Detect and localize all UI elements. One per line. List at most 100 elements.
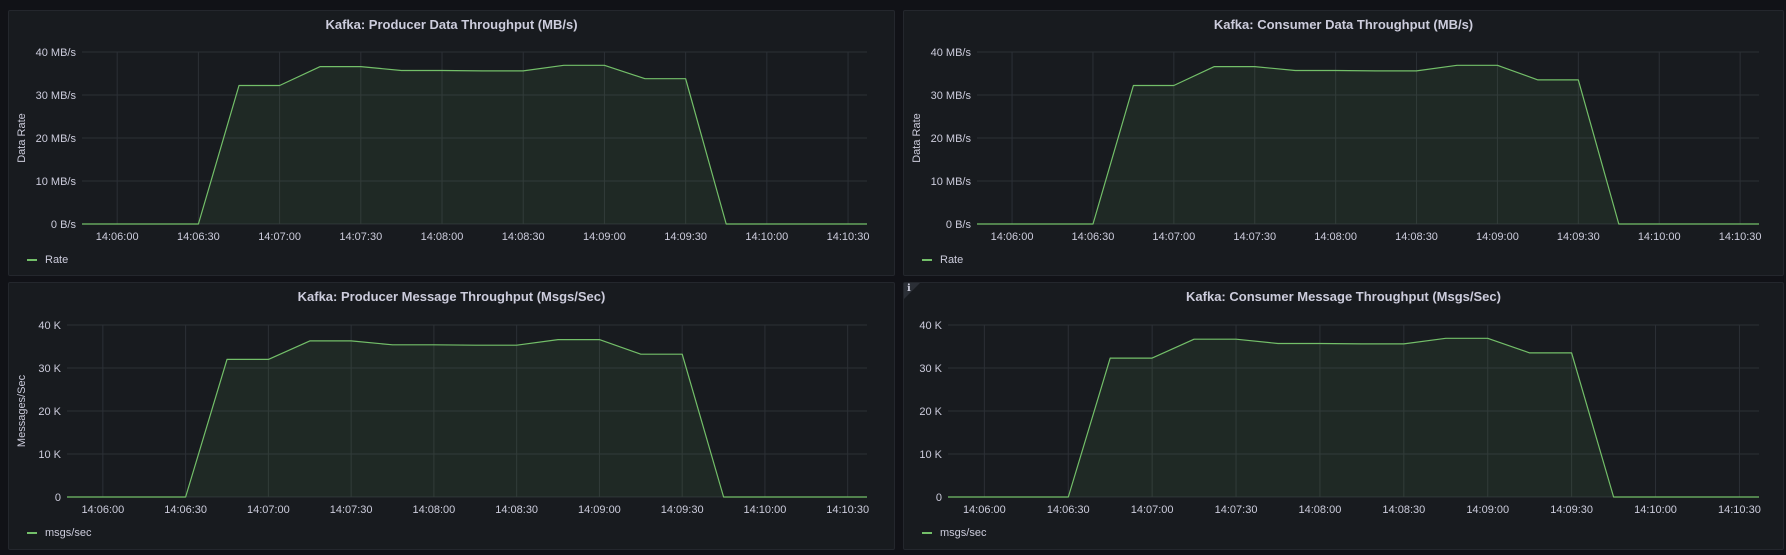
data-point: [1335, 70, 1336, 71]
data-point: [1068, 496, 1069, 497]
y-axis-label: Messages/Sec: [16, 374, 28, 447]
legend[interactable]: msgs/sec: [922, 527, 986, 539]
data-point: [309, 340, 310, 341]
data-point: [1699, 223, 1700, 224]
data-point: [1497, 65, 1498, 66]
x-tick-label: 14:09:00: [578, 504, 621, 516]
data-point: [1655, 496, 1656, 497]
producer-message-throughput-chart[interactable]: 0 10 K 20 K 30 K 40 K 14:06:00 14:06:30 14:07:0…: [9, 283, 896, 551]
x-tick-label: 14:08:30: [495, 504, 538, 516]
x-tick-label: 14:09:30: [664, 231, 707, 243]
data-point: [1740, 223, 1741, 224]
data-point: [523, 70, 524, 71]
data-point: [766, 223, 767, 224]
x-tick-label: 14:06:30: [1047, 504, 1090, 516]
data-point: [1194, 339, 1195, 340]
legend[interactable]: Rate: [27, 254, 68, 266]
data-point: [640, 354, 641, 355]
data-point: [1361, 343, 1362, 344]
x-tick-label: 14:07:00: [258, 231, 301, 243]
data-point: [1578, 79, 1579, 80]
data-point: [1659, 223, 1660, 224]
x-tick-label: 14:10:30: [827, 231, 870, 243]
data-point: [1416, 70, 1417, 71]
y-tick-label: 0: [936, 492, 942, 504]
y-tick-label: 20 K: [38, 406, 61, 418]
data-point: [806, 496, 807, 497]
data-point: [848, 223, 849, 224]
consumer-data-throughput-panel: Kafka: Consumer Data Throughput (MB/s) 0…: [903, 10, 1784, 276]
data-point: [644, 78, 645, 79]
series-area: [67, 339, 867, 497]
y-tick-label: 0 B/s: [946, 219, 972, 231]
data-point: [1152, 358, 1153, 359]
data-point: [807, 223, 808, 224]
legend-swatch: [27, 532, 37, 534]
data-point: [1133, 85, 1134, 86]
producer-message-throughput-panel: Kafka: Producer Message Throughput (Msgs…: [8, 282, 895, 550]
series-area: [977, 65, 1759, 224]
data-point: [726, 223, 727, 224]
legend[interactable]: msgs/sec: [27, 527, 91, 539]
x-tick-label: 14:06:30: [1072, 231, 1115, 243]
x-tick-label: 14:07:30: [339, 231, 382, 243]
data-point: [866, 223, 867, 224]
y-tick-label: 10 K: [919, 449, 942, 461]
data-point: [1319, 343, 1320, 344]
data-point: [1235, 339, 1236, 340]
data-point: [482, 70, 483, 71]
x-tick-label: 14:07:30: [1215, 504, 1258, 516]
legend[interactable]: Rate: [922, 254, 963, 266]
data-point: [976, 223, 977, 224]
x-tick-label: 14:07:30: [1233, 231, 1276, 243]
data-point: [1758, 223, 1759, 224]
y-axis-label: Data Rate: [911, 113, 923, 163]
x-tick-label: 14:06:00: [991, 231, 1034, 243]
y-tick-label: 0 B/s: [51, 219, 77, 231]
data-point: [1214, 66, 1215, 67]
y-tick-label: 20 K: [919, 406, 942, 418]
x-tick-label: 14:10:00: [1638, 231, 1681, 243]
data-point: [1254, 66, 1255, 67]
x-tick-label: 14:07:00: [1131, 504, 1174, 516]
data-point: [1537, 79, 1538, 80]
data-point: [723, 496, 724, 497]
x-tick-label: 14:10:00: [745, 231, 788, 243]
data-point: [1092, 223, 1093, 224]
y-tick-label: 40 MB/s: [36, 47, 77, 59]
consumer-message-throughput-panel: ℹ Kafka: Consumer Message Throughput (Ms…: [903, 282, 1784, 550]
producer-data-throughput-panel: Kafka: Producer Data Throughput (MB/s) 0…: [8, 10, 895, 276]
y-tick-label: 40 MB/s: [931, 47, 972, 59]
legend-label: Rate: [45, 254, 69, 266]
data-point: [1295, 70, 1296, 71]
y-tick-label: 30 MB/s: [36, 90, 77, 102]
legend-swatch: [922, 532, 932, 534]
series-area: [82, 65, 867, 224]
data-point: [1487, 338, 1488, 339]
data-point: [1403, 343, 1404, 344]
data-point: [320, 66, 321, 67]
legend-label: msgs/sec: [940, 527, 987, 539]
x-tick-label: 14:06:00: [81, 504, 124, 516]
data-point: [401, 70, 402, 71]
data-point: [81, 223, 82, 224]
x-tick-label: 14:08:30: [1395, 231, 1438, 243]
x-tick-label: 14:06:00: [963, 504, 1006, 516]
x-tick-label: 14:08:30: [502, 231, 545, 243]
x-tick-label: 14:08:30: [1382, 504, 1425, 516]
data-point: [1739, 496, 1740, 497]
x-tick-label: 14:07:00: [247, 504, 290, 516]
data-point: [360, 66, 361, 67]
legend-swatch: [922, 259, 932, 261]
consumer-message-throughput-chart[interactable]: 0 10 K 20 K 30 K 40 K 14:06:00 14:06:30 14:07:0…: [904, 283, 1785, 551]
data-point: [1456, 65, 1457, 66]
data-point: [66, 496, 67, 497]
data-point: [866, 496, 867, 497]
x-tick-label: 14:09:00: [1466, 504, 1509, 516]
consumer-data-throughput-chart[interactable]: 0 B/s 10 MB/s 20 MB/s 30 MB/s 40 MB/s 14:06:0…: [904, 11, 1785, 277]
data-point: [1376, 70, 1377, 71]
x-tick-label: 14:09:30: [1550, 504, 1593, 516]
producer-data-throughput-chart[interactable]: 0 B/s 10 MB/s 20 MB/s 30 MB/s 40 MB/s 14:06:0…: [9, 11, 896, 277]
y-tick-label: 40 K: [38, 320, 61, 332]
data-point: [238, 85, 239, 86]
